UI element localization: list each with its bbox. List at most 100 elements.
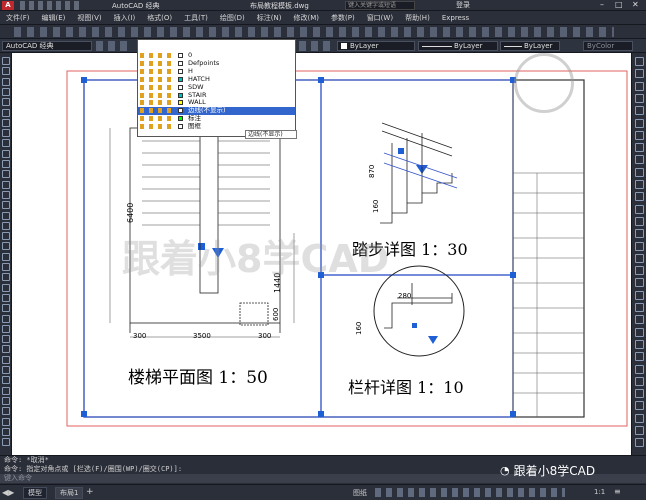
search-input[interactable]: 键入关键字或短语 (345, 1, 415, 10)
modify-tool-icon[interactable] (635, 93, 644, 103)
modify-tool-icon[interactable] (635, 229, 644, 239)
paper-space-toggle[interactable]: 图纸 (353, 488, 367, 498)
draw-tool-icon[interactable] (2, 98, 10, 107)
menu-window[interactable]: 窗口(W) (361, 13, 399, 23)
draw-tool-icon[interactable] (2, 201, 10, 210)
menu-express[interactable]: Express (436, 14, 475, 22)
modify-tool-icon[interactable] (635, 364, 644, 374)
draw-tool-icon[interactable] (2, 407, 10, 416)
menu-edit[interactable]: 编辑(E) (36, 13, 72, 23)
modify-tool-icon[interactable] (635, 204, 644, 214)
draw-tool-icon[interactable] (2, 170, 10, 179)
modify-tool-icon[interactable] (635, 327, 644, 337)
modify-tool-icon[interactable] (635, 180, 644, 189)
minimize-icon[interactable]: – (600, 0, 604, 9)
layer-row[interactable]: HATCH (138, 75, 295, 84)
modify-tool-icon[interactable] (635, 438, 644, 448)
tab-model[interactable]: 模型 (23, 487, 47, 499)
layer-dropdown[interactable]: 0 Defpoints H HATCH SDW STAIR WALL 边线(不显示) 标注 图框 (137, 39, 296, 137)
modify-tool-icon[interactable] (635, 216, 644, 226)
draw-tool-icon[interactable] (2, 232, 10, 241)
layer-state-icons[interactable] (140, 124, 176, 130)
draw-tool-icon[interactable] (2, 149, 10, 158)
menu-dimension[interactable]: 标注(N) (251, 13, 288, 23)
draw-tool-icon[interactable] (2, 67, 10, 76)
modify-tool-icon[interactable] (635, 118, 644, 128)
draw-tool-icon[interactable] (2, 273, 10, 282)
menu-parameters[interactable]: 参数(P) (325, 13, 361, 23)
layer-row[interactable]: STAIR (138, 91, 295, 100)
draw-tool-icon[interactable] (2, 386, 10, 395)
plotstyle-combo[interactable]: ByColor (583, 41, 633, 51)
layer-tool-icons[interactable] (299, 41, 335, 51)
menu-file[interactable]: 文件(F) (0, 13, 36, 23)
workspace-combo[interactable]: AutoCAD 经典 (2, 41, 92, 51)
draw-tool-icon[interactable] (2, 293, 10, 302)
modify-tool-icon[interactable] (635, 241, 644, 251)
lineweight-combo[interactable]: ByLayer (500, 41, 560, 51)
menu-format[interactable]: 格式(O) (141, 13, 178, 23)
modify-tool-icon[interactable] (635, 426, 644, 435)
draw-tool-icon[interactable] (2, 129, 10, 138)
autocad-logo-icon[interactable]: A (2, 1, 14, 10)
modify-tool-icon[interactable] (635, 401, 644, 411)
draw-tool-icon[interactable] (2, 304, 10, 313)
modify-tool-icon[interactable] (635, 266, 644, 276)
draw-tool-icon[interactable] (2, 139, 10, 148)
layer-state-icons[interactable] (140, 100, 176, 106)
modify-tool-icon[interactable] (635, 167, 644, 177)
draw-tool-icon[interactable] (2, 396, 10, 405)
modify-tool-icon[interactable] (635, 303, 644, 312)
login-link[interactable]: 登录 (456, 0, 470, 10)
draw-tool-icon[interactable] (2, 417, 10, 426)
draw-tool-icon[interactable] (2, 355, 10, 364)
draw-tool-icon[interactable] (2, 376, 10, 385)
draw-tool-icon[interactable] (2, 190, 10, 199)
workspace-title[interactable]: AutoCAD 经典 (112, 1, 160, 11)
modify-tool-icon[interactable] (635, 192, 644, 202)
draw-tool-icon[interactable] (2, 77, 10, 86)
maximize-icon[interactable]: □ (615, 0, 623, 9)
draw-tool-icon[interactable] (2, 118, 10, 127)
menu-modify[interactable]: 修改(M) (287, 13, 325, 23)
draw-tool-icon[interactable] (2, 335, 10, 344)
modify-tool-icon[interactable] (635, 106, 644, 116)
menu-draw[interactable]: 绘图(D) (214, 13, 251, 23)
draw-tool-icon[interactable] (2, 366, 10, 374)
modify-tool-icon[interactable] (635, 143, 644, 153)
draw-tool-icon[interactable] (2, 283, 10, 292)
layer-state-icons[interactable] (140, 116, 176, 122)
draw-tool-icon[interactable] (2, 263, 10, 271)
tab-layout1[interactable]: 布局1 (55, 487, 84, 499)
layer-row[interactable]: 标注 (138, 115, 295, 123)
layer-state-icons[interactable] (140, 68, 176, 74)
status-toggles[interactable] (375, 488, 565, 497)
modify-tool-icon[interactable] (635, 155, 644, 165)
layer-state-icons[interactable] (140, 108, 176, 114)
menu-help[interactable]: 帮助(H) (399, 13, 436, 23)
layer-state-icons[interactable] (140, 92, 176, 98)
modify-tool-icon[interactable] (635, 315, 644, 325)
layer-row[interactable]: H (138, 67, 295, 76)
color-combo[interactable]: ByLayer (337, 41, 415, 51)
layer-state-icons[interactable] (140, 84, 176, 90)
quick-access-toolbar[interactable] (20, 1, 80, 10)
draw-tool-icon[interactable] (2, 324, 10, 333)
modify-tool-icon[interactable] (635, 389, 644, 399)
modify-tool-icon[interactable] (635, 352, 644, 362)
workspace-icons[interactable] (96, 41, 132, 51)
modify-tool-icon[interactable] (635, 81, 644, 91)
menu-icon[interactable]: ≡ (614, 487, 621, 496)
toolbar-icons[interactable] (14, 27, 614, 37)
layer-state-icons[interactable] (140, 60, 176, 66)
draw-tool-icon[interactable] (2, 160, 10, 168)
annotation-scale[interactable]: 1:1 (594, 488, 605, 496)
menu-insert[interactable]: 插入(I) (108, 13, 142, 23)
draw-tool-icon[interactable] (2, 108, 10, 117)
draw-tool-icon[interactable] (2, 345, 10, 354)
modify-tool-icon[interactable] (635, 278, 644, 288)
draw-tool-icon[interactable] (2, 57, 10, 65)
layer-row[interactable]: SDW (138, 83, 295, 92)
drawing-canvas[interactable]: 6400 1440 600 870 160 160 300 3500 300 2… (12, 53, 631, 455)
draw-tool-icon[interactable] (2, 211, 10, 220)
